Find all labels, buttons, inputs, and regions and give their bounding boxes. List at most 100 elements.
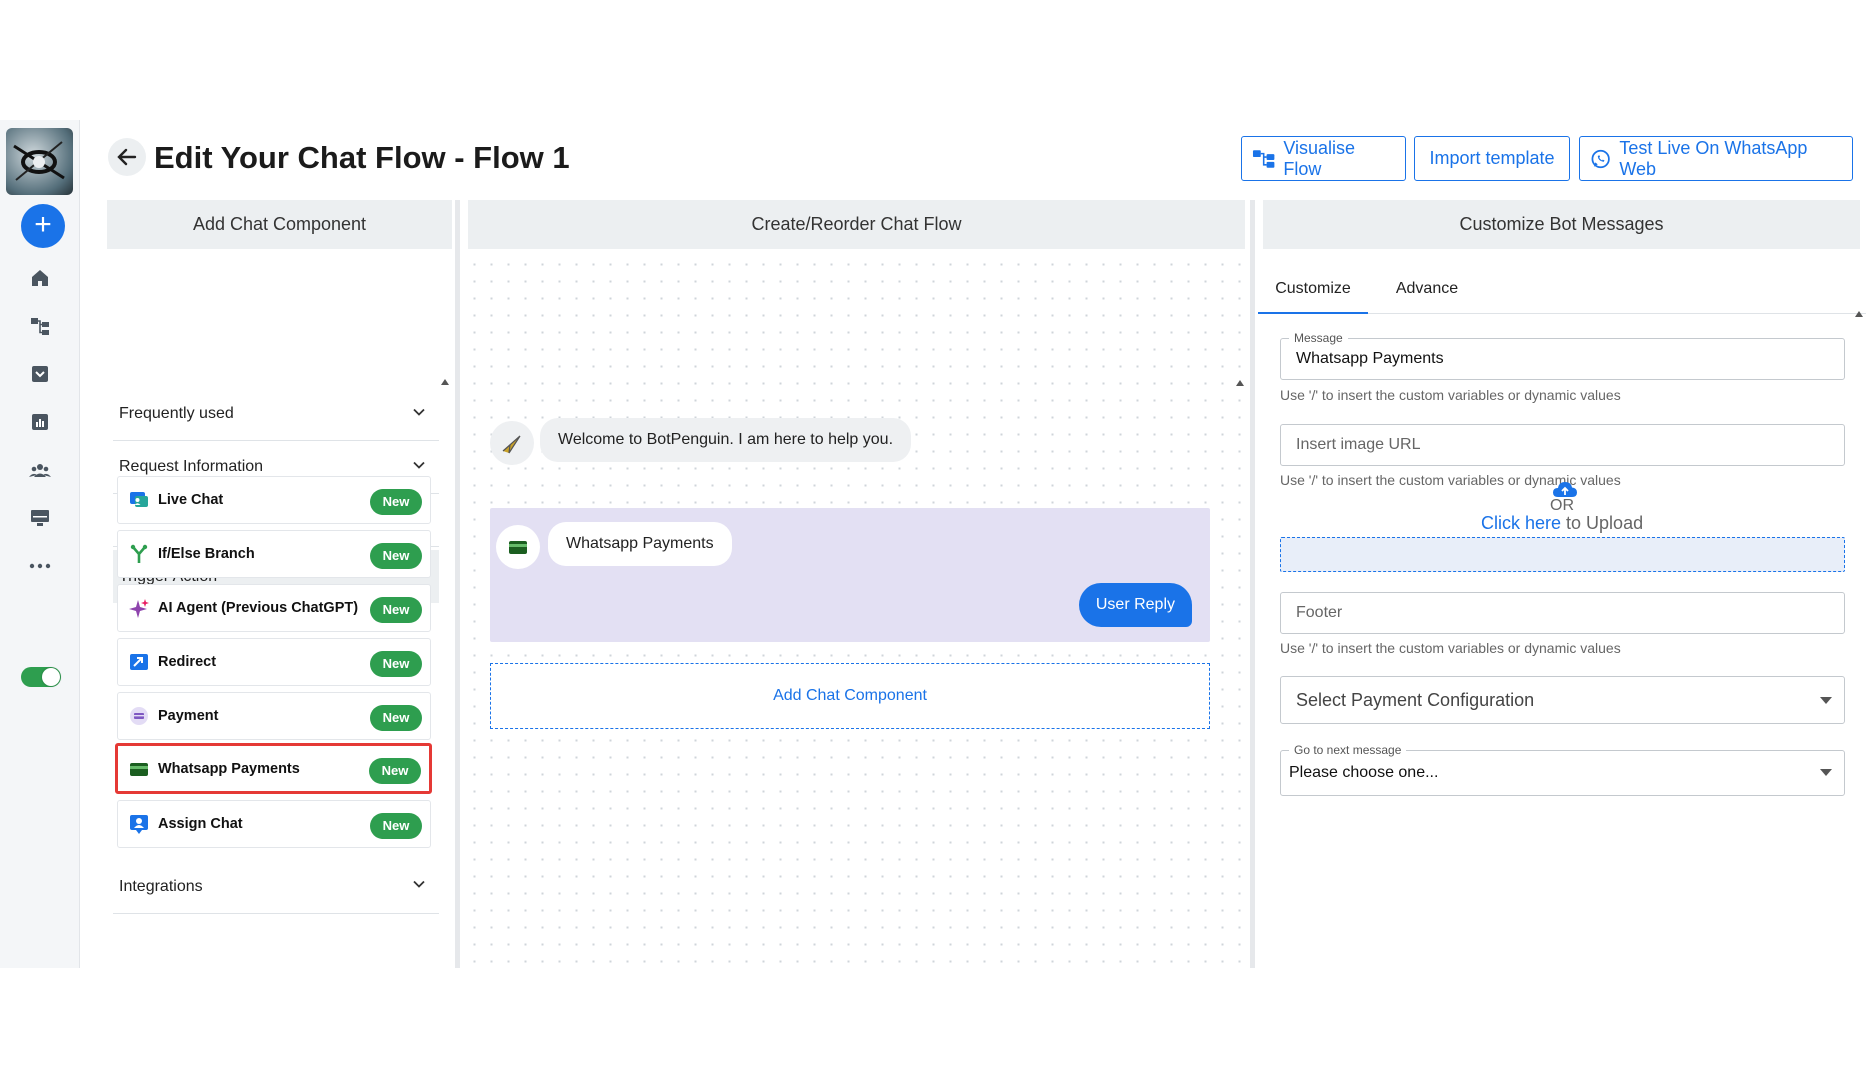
- whatsapp-payment-block[interactable]: Whatsapp Payments User Reply: [490, 508, 1210, 642]
- component-label: If/Else Branch: [158, 546, 255, 562]
- new-badge: New: [370, 813, 422, 839]
- column-header-add: Add Chat Component: [107, 200, 452, 249]
- scroll-up-arrow[interactable]: [441, 379, 449, 385]
- welcome-message-bubble[interactable]: Welcome to BotPenguin. I am here to help…: [540, 418, 912, 462]
- component-redirect[interactable]: Redirect New: [117, 638, 431, 686]
- bot-status-toggle[interactable]: [21, 667, 61, 687]
- chevron-down-icon: [413, 461, 425, 469]
- column-header-flow: Create/Reorder Chat Flow: [468, 200, 1245, 249]
- component-payment[interactable]: Payment New: [117, 692, 431, 740]
- message-field-value: Whatsapp Payments: [1296, 350, 1444, 367]
- image-url-placeholder: Insert image URL: [1296, 436, 1421, 453]
- test-whatsapp-label: Test Live On WhatsApp Web: [1619, 137, 1808, 179]
- click-here-link[interactable]: Click here: [1481, 513, 1561, 533]
- column-header-customize: Customize Bot Messages: [1263, 200, 1860, 249]
- message-field-label: Message: [1289, 331, 1348, 345]
- chevron-down-icon: [413, 880, 425, 888]
- payment-message-bubble[interactable]: Whatsapp Payments: [548, 522, 732, 566]
- component-if-else-branch[interactable]: If/Else Branch New: [117, 530, 431, 578]
- section-divider: [113, 913, 439, 914]
- back-button[interactable]: [108, 138, 146, 176]
- left-rail: +: [0, 120, 80, 968]
- test-whatsapp-button[interactable]: Test Live On WhatsApp Web: [1579, 136, 1853, 181]
- sparkle-icon: [128, 597, 150, 619]
- dropdown-caret-icon: [1820, 769, 1832, 776]
- card-icon: [509, 541, 527, 554]
- upload-text: Click here to Upload: [1481, 513, 1643, 534]
- to-upload-label: to Upload: [1561, 513, 1644, 533]
- home-icon[interactable]: [28, 266, 52, 290]
- whatsapp-icon: [1591, 149, 1610, 168]
- card-icon: [128, 758, 150, 780]
- component-ai-agent[interactable]: AI Agent (Previous ChatGPT) New: [117, 584, 431, 632]
- component-live-chat[interactable]: Live Chat New: [117, 476, 431, 524]
- visualise-flow-label: Visualise Flow: [1283, 137, 1356, 179]
- bot-logo[interactable]: [6, 128, 73, 195]
- footer-hint: Use '/' to insert the custom variables o…: [1280, 640, 1621, 656]
- payment-config-placeholder: Select Payment Configuration: [1296, 689, 1535, 710]
- section-label: Integrations: [119, 877, 203, 895]
- component-label: Payment: [158, 708, 219, 724]
- component-label: Redirect: [158, 654, 217, 670]
- send-icon: [502, 435, 521, 454]
- redirect-icon: [128, 651, 150, 673]
- section-label: Frequently used: [119, 405, 234, 422]
- new-badge: New: [370, 651, 422, 677]
- users-icon[interactable]: [28, 458, 52, 482]
- new-badge: New: [370, 489, 422, 515]
- canvas-scroll-up-arrow[interactable]: [1236, 380, 1244, 386]
- add-chat-component-button[interactable]: Add Chat Component: [490, 663, 1210, 729]
- customize-tabs: Customize Advance: [1258, 264, 1866, 314]
- branch-icon: [128, 543, 150, 565]
- flow-canvas[interactable]: Welcome to BotPenguin. I am here to help…: [466, 256, 1244, 968]
- import-template-button[interactable]: Import template: [1414, 136, 1570, 181]
- page-title: Edit Your Chat Flow - Flow 1: [154, 140, 570, 175]
- component-label: AI Agent (Previous ChatGPT): [158, 600, 359, 616]
- new-badge: New: [369, 758, 421, 784]
- divider-right[interactable]: [1250, 200, 1255, 968]
- live-chat-icon: [128, 489, 150, 511]
- analytics-icon[interactable]: [28, 410, 52, 434]
- footer-placeholder: Footer: [1296, 604, 1343, 621]
- visualise-flow-button[interactable]: Visualise Flow: [1241, 136, 1406, 181]
- divider-left[interactable]: [455, 200, 460, 968]
- component-whatsapp-payments[interactable]: Whatsapp Payments New: [115, 743, 432, 794]
- new-badge: New: [370, 705, 422, 731]
- tab-advance[interactable]: Advance: [1387, 264, 1467, 314]
- payment-avatar: [496, 525, 540, 569]
- message-field[interactable]: Message Whatsapp Payments: [1280, 331, 1845, 380]
- dropdown-caret-icon: [1820, 697, 1832, 704]
- message-hint: Use '/' to insert the custom variables o…: [1280, 387, 1621, 403]
- component-label: Live Chat: [158, 492, 224, 508]
- inbox-icon[interactable]: [28, 362, 52, 386]
- image-url-field[interactable]: Insert image URL: [1280, 424, 1845, 466]
- section-frequently-used[interactable]: Frequently used: [113, 388, 439, 441]
- footer-field[interactable]: Footer: [1280, 592, 1845, 634]
- arrow-left-icon: [117, 148, 137, 166]
- bot-avatar: [490, 421, 534, 465]
- flow-chart-icon: [1252, 149, 1275, 168]
- next-message-label: Go to next message: [1289, 743, 1407, 757]
- new-badge: New: [370, 597, 422, 623]
- add-bot-button[interactable]: +: [21, 204, 65, 248]
- app-window: + Edit Your Chat Flow - Flow 1 Visualise…: [0, 120, 1866, 968]
- section-integrations[interactable]: Integrations: [113, 860, 439, 913]
- payment-icon: [128, 705, 150, 727]
- tab-customize[interactable]: Customize: [1258, 264, 1368, 314]
- upload-dropzone[interactable]: [1280, 537, 1845, 572]
- section-label: Request Information: [119, 458, 264, 475]
- component-assign-chat[interactable]: Assign Chat New: [117, 800, 431, 848]
- more-icon[interactable]: [28, 554, 52, 578]
- user-reply-button[interactable]: User Reply: [1078, 583, 1192, 627]
- flow-icon[interactable]: [28, 314, 52, 338]
- component-label: Assign Chat: [158, 816, 243, 832]
- import-template-label: Import template: [1429, 148, 1555, 168]
- next-message-select[interactable]: Go to next message Please choose one...: [1280, 743, 1845, 796]
- right-scroll-up-arrow[interactable]: [1855, 311, 1863, 317]
- component-label: Whatsapp Payments: [158, 760, 300, 777]
- next-message-value: Please choose one...: [1289, 764, 1439, 781]
- assign-icon: [128, 813, 150, 835]
- payment-config-select[interactable]: Select Payment Configuration: [1280, 676, 1845, 724]
- monitor-icon[interactable]: [28, 506, 52, 530]
- chevron-down-icon: [413, 408, 425, 416]
